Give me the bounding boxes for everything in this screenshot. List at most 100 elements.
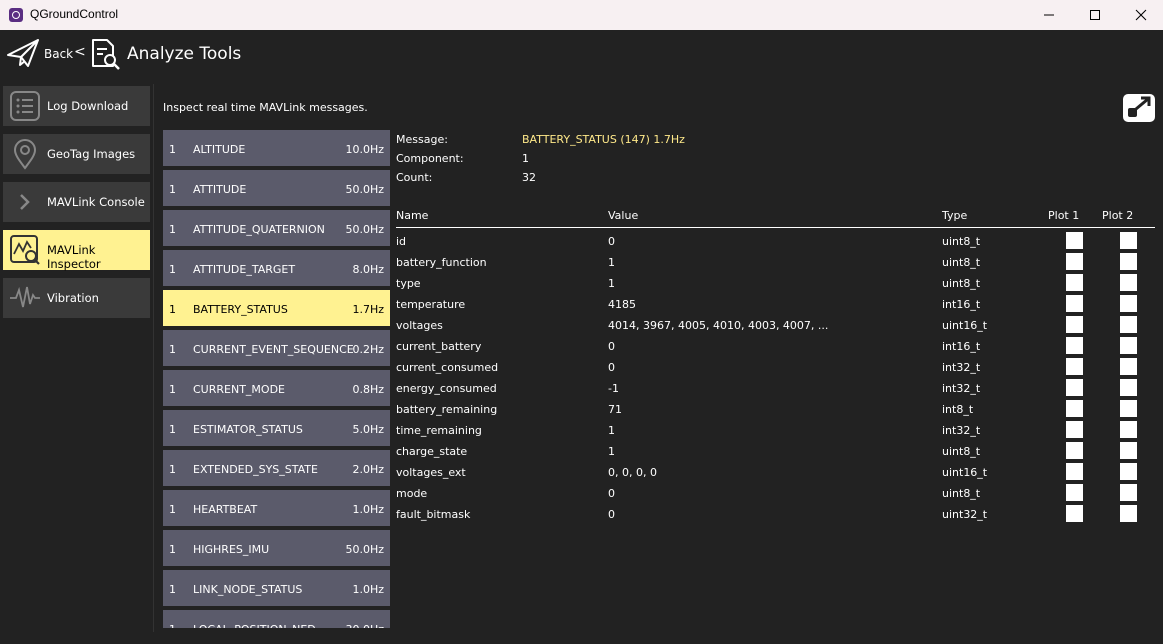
waveform-icon (9, 282, 41, 314)
message-component: 1 (169, 503, 176, 516)
field-type: int32_t (942, 361, 981, 374)
plot2-checkbox[interactable] (1120, 274, 1137, 291)
message-row[interactable]: 1 EXTENDED_SYS_STATE 2.0Hz (163, 450, 390, 486)
message-rate: 50.0Hz (345, 183, 384, 196)
message-name: CURRENT_MODE (193, 383, 285, 396)
plot1-checkbox[interactable] (1066, 274, 1083, 291)
message-name: CURRENT_EVENT_SEQUENCE (193, 343, 354, 356)
message-row[interactable]: 1 CURRENT_MODE 0.8Hz (163, 370, 390, 406)
message-rate: 10.0Hz (345, 143, 384, 156)
plot1-checkbox[interactable] (1066, 232, 1083, 249)
message-row[interactable]: 1 ATTITUDE 50.0Hz (163, 170, 390, 206)
message-component: 1 (169, 263, 176, 276)
message-row[interactable]: 1 LOCAL_POSITION_NED 30.0Hz (163, 610, 390, 628)
field-value: 4185 (608, 298, 636, 311)
close-button[interactable] (1118, 0, 1163, 30)
sidebar-item-mavlink-inspector[interactable]: MAVLink Inspector (3, 230, 150, 271)
plot2-checkbox[interactable] (1120, 484, 1137, 501)
plot2-checkbox[interactable] (1120, 253, 1137, 270)
plot2-checkbox[interactable] (1120, 337, 1137, 354)
plot2-checkbox[interactable] (1120, 463, 1137, 480)
field-value: 1 (608, 445, 615, 458)
plot2-checkbox[interactable] (1120, 316, 1137, 333)
field-type: uint8_t (942, 256, 981, 269)
message-row[interactable]: 1 HIGHRES_IMU 50.0Hz (163, 530, 390, 566)
message-row[interactable]: 1 CURRENT_EVENT_SEQUENCE 0.2Hz (163, 330, 390, 366)
message-component: 1 (169, 543, 176, 556)
column-header-type: Type (942, 209, 968, 222)
field-type: uint8_t (942, 445, 981, 458)
plot2-checkbox[interactable] (1120, 358, 1137, 375)
sidebar-item-label: MAVLink Inspector (47, 243, 101, 271)
popout-window-button[interactable] (1123, 94, 1155, 122)
field-value: 0 (608, 508, 615, 521)
window-title-bar: QGroundControl (0, 0, 1163, 30)
message-row[interactable]: 1 HEARTBEAT 1.0Hz (163, 490, 390, 526)
plot2-checkbox[interactable] (1120, 232, 1137, 249)
plot1-checkbox[interactable] (1066, 379, 1083, 396)
plot1-checkbox[interactable] (1066, 463, 1083, 480)
message-name: ALTITUDE (193, 143, 246, 156)
message-component: 1 (169, 423, 176, 436)
minimize-button[interactable] (1026, 0, 1072, 30)
maximize-button[interactable] (1072, 0, 1118, 30)
plot1-checkbox[interactable] (1066, 337, 1083, 354)
message-row[interactable]: 1 ATTITUDE_QUATERNION 50.0Hz (163, 210, 390, 246)
plot1-checkbox[interactable] (1066, 484, 1083, 501)
sidebar-item-mavlink-console[interactable]: MAVLink Console (3, 182, 150, 222)
field-value: 71 (608, 403, 622, 416)
plot1-checkbox[interactable] (1066, 505, 1083, 522)
plot1-checkbox[interactable] (1066, 442, 1083, 459)
window-title: QGroundControl (30, 7, 119, 21)
field-type: uint32_t (942, 508, 988, 521)
field-name: current_consumed (396, 361, 499, 374)
message-name: ATTITUDE_QUATERNION (193, 223, 325, 236)
field-value: 0, 0, 0, 0 (608, 466, 657, 479)
field-value: 1 (608, 424, 615, 437)
field-name: charge_state (396, 445, 468, 458)
message-row[interactable]: 1 ESTIMATOR_STATUS 5.0Hz (163, 410, 390, 446)
plot2-checkbox[interactable] (1120, 442, 1137, 459)
message-rate: 1.0Hz (352, 583, 384, 596)
message-row[interactable]: 1 ATTITUDE_TARGET 8.0Hz (163, 250, 390, 286)
sidebar-item-label: GeoTag Images (47, 147, 136, 161)
qgc-app-icon (9, 8, 23, 22)
sidebar-item-geotag-images[interactable]: GeoTag Images (3, 134, 150, 174)
back-button[interactable]: Back (44, 47, 73, 61)
message-rate: 30.0Hz (345, 623, 384, 628)
field-value: 0 (608, 235, 615, 248)
message-rate: 0.2Hz (352, 343, 384, 356)
message-component: 1 (169, 143, 176, 156)
message-component: 1 (169, 343, 176, 356)
plot1-checkbox[interactable] (1066, 316, 1083, 333)
message-name: ATTITUDE (193, 183, 247, 196)
plot1-checkbox[interactable] (1066, 400, 1083, 417)
message-rate: 8.0Hz (352, 263, 384, 276)
message-row[interactable]: 1 ALTITUDE 10.0Hz (163, 130, 390, 166)
message-name: ESTIMATOR_STATUS (193, 423, 303, 436)
message-list[interactable]: 1 ALTITUDE 10.0Hz 1 ATTITUDE 50.0Hz 1 ATTITUDE_… (163, 130, 390, 628)
field-name: id (396, 235, 407, 248)
field-name: battery_remaining (396, 403, 498, 416)
paper-plane-back-icon[interactable] (6, 38, 40, 72)
field-type: int32_t (942, 382, 981, 395)
message-rate: 5.0Hz (352, 423, 384, 436)
message-row[interactable]: 1 LINK_NODE_STATUS 1.0Hz (163, 570, 390, 606)
plot1-checkbox[interactable] (1066, 358, 1083, 375)
plot2-checkbox[interactable] (1120, 379, 1137, 396)
plot2-checkbox[interactable] (1120, 505, 1137, 522)
sidebar-item-vibration[interactable]: Vibration (3, 278, 150, 318)
message-row[interactable]: 1 BATTERY_STATUS 1.7Hz (163, 290, 390, 326)
plot1-checkbox[interactable] (1066, 421, 1083, 438)
chart-inspect-icon (9, 234, 41, 266)
column-header-plot2: Plot 2 (1102, 209, 1134, 222)
message-rate: 2.0Hz (352, 463, 384, 476)
field-name: voltages_ext (396, 466, 466, 479)
plot1-checkbox[interactable] (1066, 295, 1083, 312)
plot2-checkbox[interactable] (1120, 421, 1137, 438)
plot2-checkbox[interactable] (1120, 400, 1137, 417)
field-name: current_battery (396, 340, 482, 353)
plot1-checkbox[interactable] (1066, 253, 1083, 270)
plot2-checkbox[interactable] (1120, 295, 1137, 312)
sidebar-item-log-download[interactable]: Log Download (3, 86, 150, 126)
